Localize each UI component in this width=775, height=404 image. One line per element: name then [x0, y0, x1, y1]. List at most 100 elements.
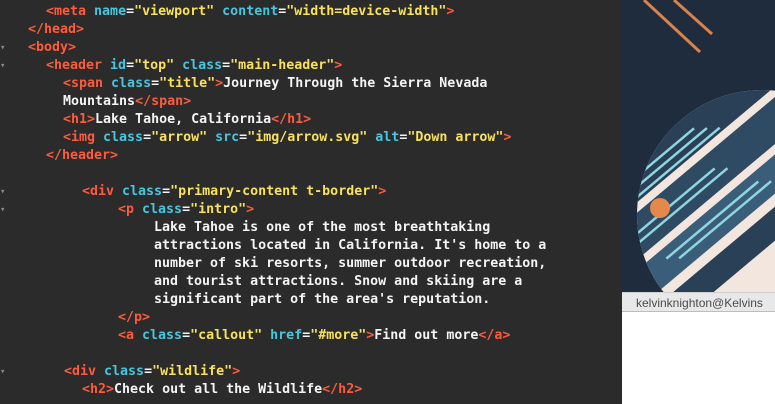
code-token: "arrow" — [151, 130, 208, 145]
code-line[interactable]: </header> — [46, 147, 118, 165]
fold-arrow-icon[interactable]: ▾ — [0, 201, 6, 219]
code-token: = — [126, 58, 135, 73]
code-token: <img — [63, 130, 104, 145]
code-token: "primary-content t-border" — [170, 184, 379, 199]
code-token: </head> — [28, 22, 85, 37]
code-token: Check out all the Wildlife — [114, 382, 323, 397]
code-token: = — [143, 130, 152, 145]
terminal-title: kelvinknighton@Kelvins — [636, 296, 763, 310]
terminal-title-bar[interactable]: kelvinknighton@Kelvins — [622, 292, 775, 312]
code-token: = — [126, 4, 135, 19]
code-token: Journey Through the Sierra Nevada — [223, 76, 488, 91]
code-token: > — [378, 184, 387, 199]
fold-arrow-icon[interactable]: ▾ — [0, 39, 6, 57]
code-token: <h1> — [63, 112, 96, 127]
code-token: "main-header" — [230, 58, 335, 73]
code-line[interactable]: <h1>Lake Tahoe, California</h1> — [63, 111, 311, 129]
code-token: href — [270, 328, 303, 343]
code-token: > — [334, 58, 343, 73]
code-token: </a> — [478, 328, 511, 343]
code-line[interactable]: <a class="callout" href="#more">Find out… — [118, 327, 510, 345]
code-token: "Down arrow" — [407, 130, 504, 145]
code-token: </p> — [118, 310, 151, 325]
code-token: class — [142, 202, 183, 217]
code-token: <p — [118, 202, 143, 217]
code-line[interactable]: ▾ <div class="primary-content t-border"> — [0, 183, 387, 201]
code-line[interactable]: <span class="title">Journey Through the … — [63, 75, 487, 93]
code-token: <div — [82, 184, 123, 199]
code-token: Lake Tahoe is one of the most breathtaki… — [154, 220, 491, 235]
code-token: = — [162, 184, 171, 199]
code-line[interactable]: Lake Tahoe is one of the most breathtaki… — [154, 219, 490, 237]
code-token: = — [182, 328, 191, 343]
code-token: Lake Tahoe, California — [95, 112, 272, 127]
code-token: "callout" — [190, 328, 263, 343]
code-token: "width=device-width" — [286, 4, 447, 19]
code-line[interactable]: ▾ <header id="top" class="main-header"> — [0, 57, 343, 75]
code-token: = — [239, 130, 248, 145]
code-line[interactable]: and tourist attractions. Snow and skiing… — [154, 273, 522, 291]
code-token: </header> — [46, 148, 119, 163]
code-token: name — [94, 4, 127, 19]
code-token: "intro" — [190, 202, 247, 217]
code-token: meta — [54, 4, 95, 19]
code-token: <span — [63, 76, 112, 91]
code-token: <body> — [28, 40, 77, 55]
code-token: <div — [64, 364, 105, 379]
code-token: Mountains — [63, 94, 136, 109]
code-token: "img/arrow.svg" — [247, 130, 368, 145]
code-line[interactable]: </p> — [118, 309, 150, 327]
code-token: = — [302, 328, 311, 343]
code-line[interactable]: <meta name="viewport" content="width=dev… — [46, 3, 454, 21]
stripe-orange — [642, 0, 702, 54]
code-token: > — [446, 4, 455, 19]
fold-arrow-icon[interactable]: ▾ — [0, 363, 6, 381]
code-line[interactable]: <img class="arrow" src="img/arrow.svg" a… — [63, 129, 511, 147]
code-token: class — [103, 130, 144, 145]
code-line[interactable]: attractions located in California. It's … — [154, 237, 546, 255]
stripe-orange — [672, 0, 714, 36]
code-token: class — [142, 328, 183, 343]
fold-arrow-icon[interactable]: ▾ — [0, 183, 6, 201]
code-line[interactable]: number of ski resorts, summer outdoor re… — [154, 255, 546, 273]
code-editor[interactable]: <meta name="viewport" content="width=dev… — [0, 0, 622, 404]
code-token: = — [144, 364, 153, 379]
code-token: = — [182, 202, 191, 217]
code-token: class — [182, 58, 223, 73]
code-line[interactable]: </head> — [28, 21, 84, 39]
code-token: </h1> — [271, 112, 312, 127]
fold-arrow-icon[interactable]: ▾ — [0, 57, 6, 75]
code-token: > — [215, 76, 224, 91]
code-token: > — [246, 202, 255, 217]
code-token: class — [122, 184, 163, 199]
code-token: number of ski resorts, summer outdoor re… — [154, 256, 547, 271]
code-token: attractions located in California. It's … — [154, 238, 547, 253]
code-token: <h2> — [82, 382, 115, 397]
code-token: alt — [375, 130, 400, 145]
terminal-window[interactable] — [622, 312, 775, 404]
code-line[interactable]: ▾ <div class="wildlife"> — [0, 363, 240, 381]
code-token: <header — [46, 58, 111, 73]
code-token: = — [222, 58, 231, 73]
code-line[interactable]: <h2>Check out all the Wildlife</h2> — [82, 381, 362, 399]
code-token: </span> — [135, 94, 192, 109]
code-line[interactable]: Mountains</span> — [63, 93, 191, 111]
code-line[interactable]: significant part of the area's reputatio… — [154, 291, 490, 309]
code-token: src — [215, 130, 240, 145]
code-token: = — [151, 76, 160, 91]
code-token: < — [46, 4, 55, 19]
code-token: <a — [118, 328, 143, 343]
code-line[interactable]: ▾ <p class="intro"> — [0, 201, 255, 219]
code-token: class — [104, 364, 145, 379]
code-token: id — [110, 58, 127, 73]
code-token: "title" — [159, 76, 216, 91]
code-line[interactable]: ▾ <body> — [0, 39, 77, 57]
code-token: class — [111, 76, 152, 91]
code-token: Find out more — [374, 328, 479, 343]
code-token: "viewport" — [134, 4, 215, 19]
code-token: content — [222, 4, 279, 19]
